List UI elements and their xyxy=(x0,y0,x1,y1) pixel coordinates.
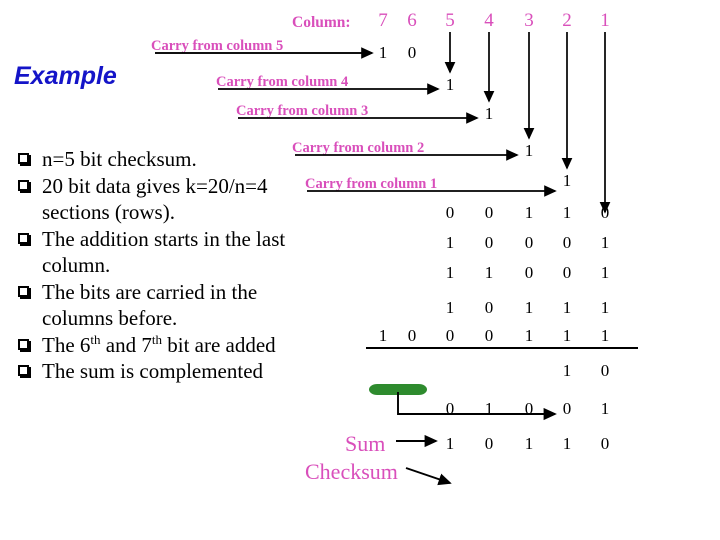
checksum-arrow xyxy=(405,467,452,486)
table-row-3-col2: 0 xyxy=(562,263,572,282)
wrapped-row-col2: 0 xyxy=(562,399,572,418)
overflow-bit-col2: 1 xyxy=(562,361,572,380)
green-highlight-marker xyxy=(369,384,427,395)
table-row-1-col1: 0 xyxy=(600,203,610,222)
table-row-5-col5: 0 xyxy=(445,326,455,345)
carry-label-3: Carry from column 3 xyxy=(236,103,369,119)
column-header-label: Column: xyxy=(292,14,351,31)
table-row-2-col1: 1 xyxy=(600,233,610,252)
sum-row-col2: 1 xyxy=(562,434,572,453)
table-row-2-col4: 0 xyxy=(484,233,494,252)
carry-label-5: Carry from column 5 xyxy=(151,38,284,54)
table-row-1-col3: 1 xyxy=(524,203,534,222)
slide-canvas: Example n=5 bit checksum. 20 bit data gi… xyxy=(0,0,720,540)
table-row-1-col5: 0 xyxy=(445,203,455,222)
overflow-bit-col1: 0 xyxy=(600,361,610,380)
table-row-5-col2: 1 xyxy=(562,326,572,345)
table-row-2-col2: 0 xyxy=(562,233,572,252)
column-number-1: 1 xyxy=(600,10,610,31)
carry-digit-col3: 1 xyxy=(524,141,534,160)
wrapped-row-col3: 0 xyxy=(524,399,534,418)
column-number-7: 7 xyxy=(378,10,388,31)
wrapped-row-col1: 1 xyxy=(600,399,610,418)
table-row-2-col3: 0 xyxy=(524,233,534,252)
carry-label-1: Carry from column 1 xyxy=(305,176,438,192)
table-row-4-col3: 1 xyxy=(524,298,534,317)
table-row-4-col1: 1 xyxy=(600,298,610,317)
column-number-5: 5 xyxy=(445,10,455,31)
table-row-3-col1: 1 xyxy=(600,263,610,282)
table-row-5-col3: 1 xyxy=(524,326,534,345)
table-row-5-col6: 0 xyxy=(407,326,417,345)
table-row-3-col5: 1 xyxy=(445,263,455,282)
table-row-4-col5: 1 xyxy=(445,298,455,317)
column-number-2: 2 xyxy=(562,10,572,31)
column-number-4: 4 xyxy=(484,10,494,31)
checksum-diagram: Column: 7 6 5 4 3 2 1 Carry from column … xyxy=(0,0,720,540)
sum-row-col4: 0 xyxy=(484,434,494,453)
sum-row-col5: 1 xyxy=(445,434,455,453)
column-number-6: 6 xyxy=(407,10,417,31)
carry-digit-col2: 1 xyxy=(562,171,572,190)
column-number-3: 3 xyxy=(524,10,534,31)
table-row-5-col1: 1 xyxy=(600,326,610,345)
carry-digit-col4: 1 xyxy=(484,104,494,123)
table-row-5-col7: 1 xyxy=(378,326,388,345)
table-row-4-col2: 1 xyxy=(562,298,572,317)
table-row-5-col4: 0 xyxy=(484,326,494,345)
table-row-1-col2: 1 xyxy=(562,203,572,222)
table-row-2-col5: 1 xyxy=(445,233,455,252)
carry-digit-col6: 0 xyxy=(407,43,417,62)
table-row-3-col4: 1 xyxy=(484,263,494,282)
sum-row-col3: 1 xyxy=(524,434,534,453)
carry-digit-col5: 1 xyxy=(445,75,455,94)
table-row-3-col3: 0 xyxy=(524,263,534,282)
wrapped-row-col4: 1 xyxy=(484,399,494,418)
wrapped-row-col5: 0 xyxy=(445,399,455,418)
sum-label: Sum xyxy=(345,431,386,456)
carry-digit-col7: 1 xyxy=(378,43,388,62)
carry-label-2: Carry from column 2 xyxy=(292,140,425,156)
checksum-label: Checksum xyxy=(305,459,398,484)
sum-divider-line xyxy=(366,347,638,349)
sum-row-col1: 0 xyxy=(600,434,610,453)
table-row-4-col4: 0 xyxy=(484,298,494,317)
table-row-1-col4: 0 xyxy=(484,203,494,222)
carry-label-4: Carry from column 4 xyxy=(216,74,349,90)
